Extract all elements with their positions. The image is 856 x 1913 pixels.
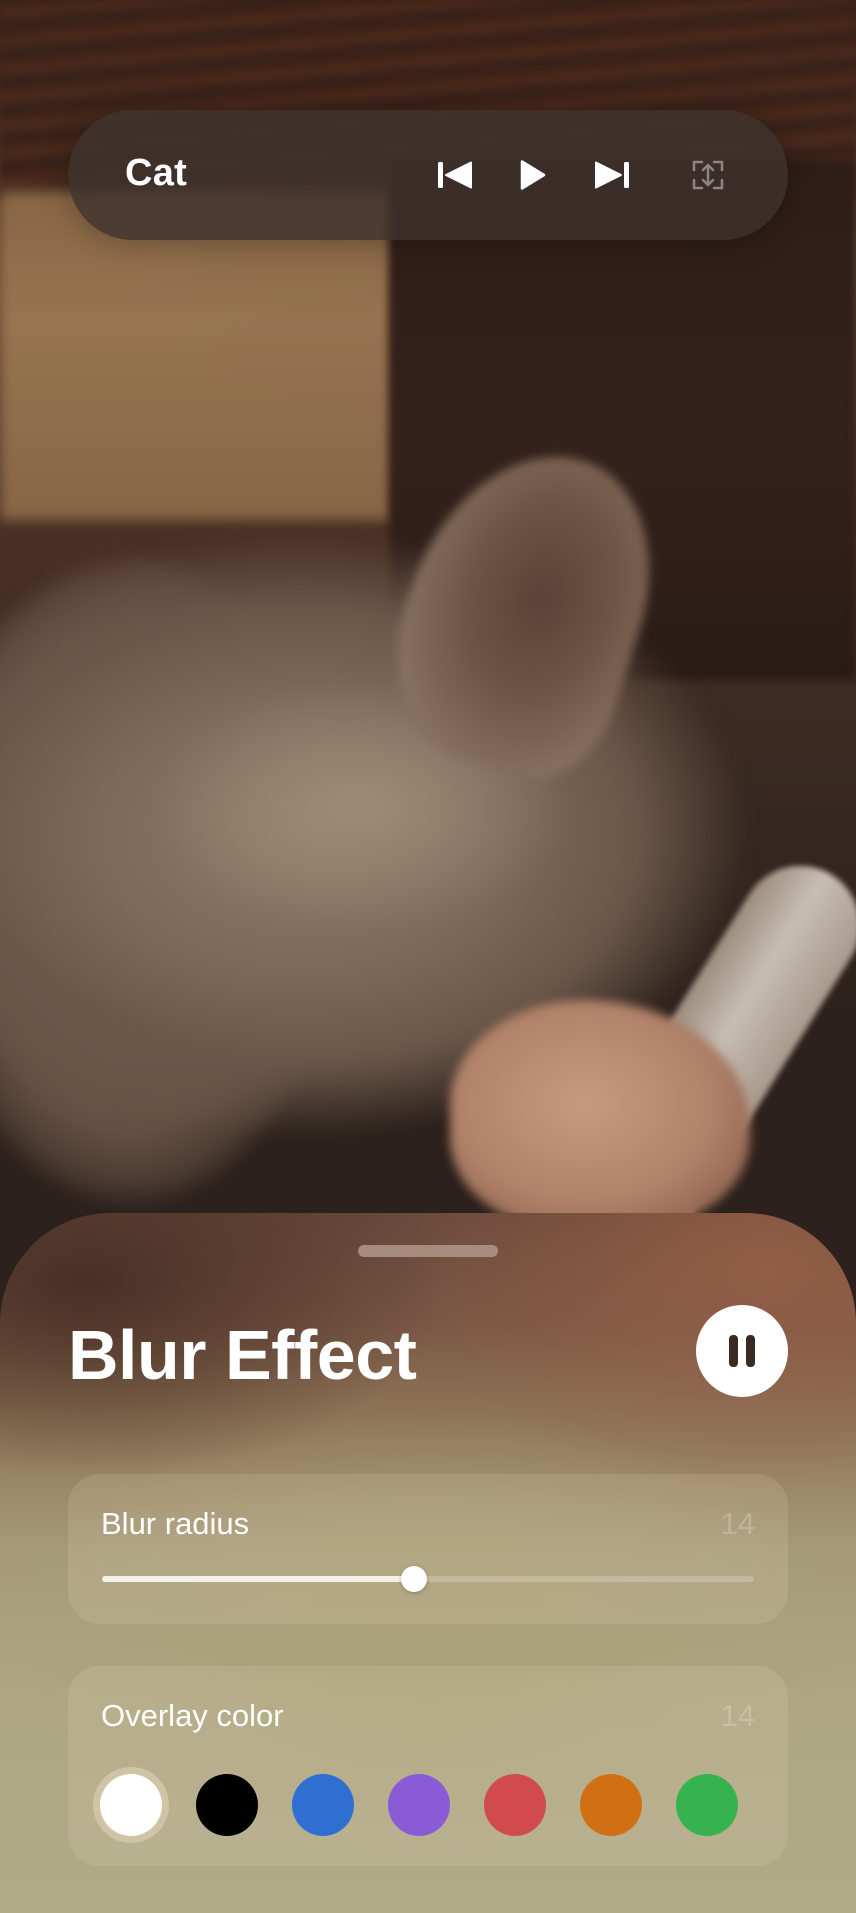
previous-track-button[interactable]	[431, 150, 481, 200]
slider-fill	[102, 1576, 414, 1582]
slider-thumb[interactable]	[401, 1566, 427, 1592]
color-swatch-3[interactable]	[292, 1774, 354, 1836]
blur-radius-label: Blur radius	[101, 1506, 250, 1541]
blur-effect-sheet: Blur Effect Blur radius 14 Overlay color…	[0, 1213, 856, 1913]
pause-icon	[725, 1335, 759, 1367]
color-swatch-7[interactable]	[676, 1774, 738, 1836]
color-swatch-2[interactable]	[196, 1774, 258, 1836]
blur-radius-card: Blur radius 14	[68, 1474, 788, 1624]
pause-icon-bar-right	[746, 1335, 755, 1367]
media-title: Cat	[125, 152, 188, 194]
pause-button[interactable]	[696, 1305, 788, 1397]
sheet-title: Blur Effect	[68, 1316, 417, 1394]
color-swatch-1[interactable]	[100, 1774, 162, 1836]
sheet-grabber[interactable]	[358, 1245, 498, 1257]
pause-icon-bar-left	[729, 1335, 738, 1367]
pip-icon	[692, 160, 724, 190]
blur-radius-value: 14	[720, 1506, 755, 1541]
pip-button[interactable]	[683, 150, 733, 200]
overlay-color-value: 14	[720, 1698, 755, 1733]
overlay-color-card: Overlay color 14	[68, 1666, 788, 1866]
overlay-color-label: Overlay color	[101, 1698, 284, 1733]
next-track-button[interactable]	[586, 150, 636, 200]
play-button[interactable]	[508, 150, 558, 200]
skip-forward-icon	[595, 161, 629, 189]
color-swatch-6[interactable]	[580, 1774, 642, 1836]
play-icon	[520, 160, 546, 190]
color-swatch-5[interactable]	[484, 1774, 546, 1836]
media-player-bar: Cat	[68, 110, 788, 240]
skip-back-icon	[438, 161, 472, 189]
blur-radius-slider[interactable]	[102, 1566, 754, 1592]
color-swatch-4[interactable]	[388, 1774, 450, 1836]
